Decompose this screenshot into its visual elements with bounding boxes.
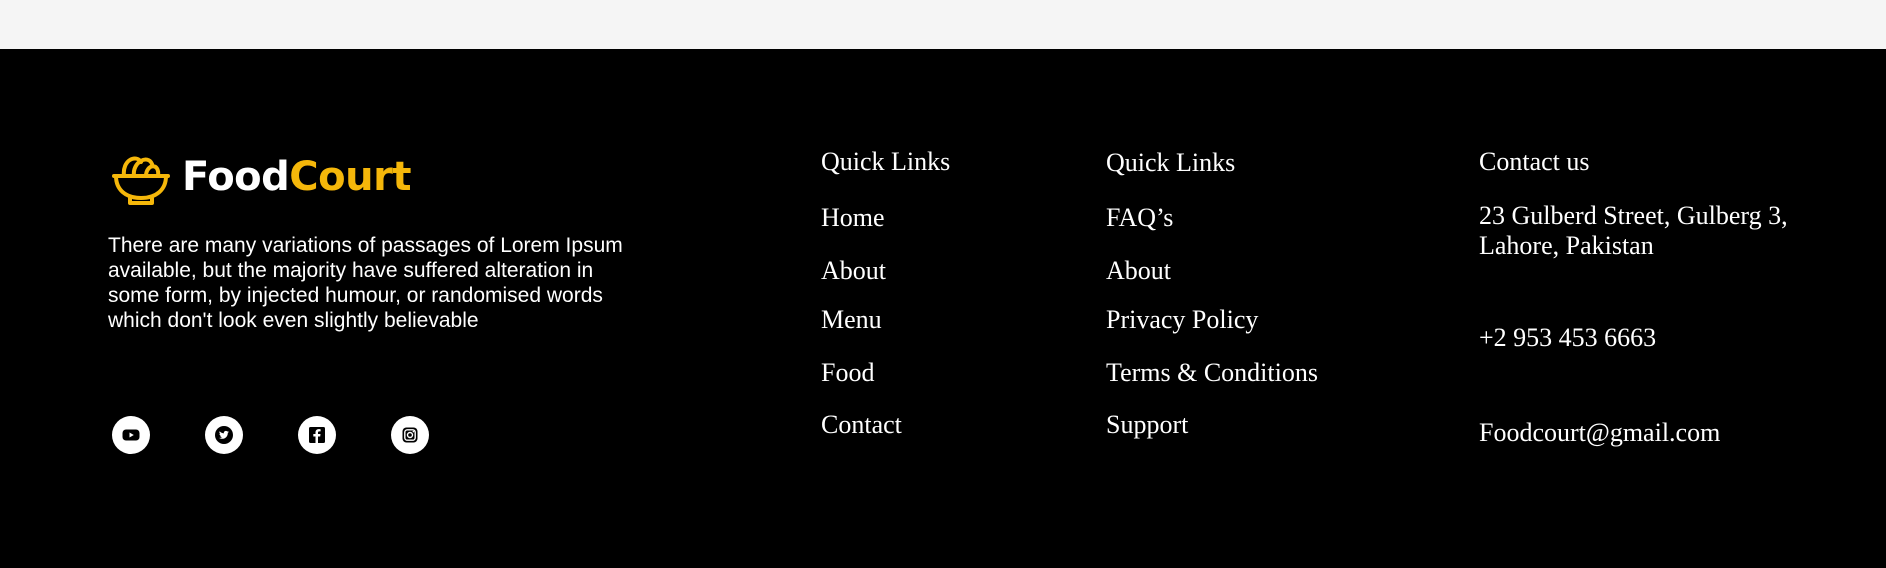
contact-phone[interactable]: +2 953 453 6663 xyxy=(1479,322,1656,353)
brand-name-court: Court xyxy=(289,154,411,200)
twitter-link[interactable] xyxy=(205,416,243,454)
facebook-link[interactable] xyxy=(298,416,336,454)
twitter-icon xyxy=(215,426,233,444)
footer-description: There are many variations of passages of… xyxy=(108,234,623,332)
brand-logo[interactable]: FoodCourt xyxy=(110,148,411,206)
contact-address-line-1: 23 Gulberd Street, Gulberg 3, xyxy=(1479,201,1788,230)
footer-link-contact[interactable]: Contact xyxy=(821,410,902,440)
contact-email[interactable]: Foodcourt@gmail.com xyxy=(1479,417,1720,448)
facebook-icon xyxy=(309,427,325,443)
contact-title: Contact us xyxy=(1479,147,1590,176)
food-bowl-icon xyxy=(112,156,170,205)
youtube-link[interactable] xyxy=(112,416,150,454)
brand-name-food: Food xyxy=(182,154,290,200)
footer-link-home[interactable]: Home xyxy=(821,203,885,233)
social-links xyxy=(112,416,484,454)
footer-link-food[interactable]: Food xyxy=(821,358,874,388)
footer-link-support[interactable]: Support xyxy=(1106,410,1188,440)
footer-link-about[interactable]: About xyxy=(1106,256,1171,286)
brand-name: FoodCourt xyxy=(182,157,411,197)
footer-link-privacy-policy[interactable]: Privacy Policy xyxy=(1106,305,1258,335)
footer-link-about[interactable]: About xyxy=(821,256,886,286)
footer-link-terms[interactable]: Terms & Conditions xyxy=(1106,358,1318,388)
footer-link-menu[interactable]: Menu xyxy=(821,305,882,335)
quick-links-title: Quick Links xyxy=(1106,148,1236,177)
site-footer: FoodCourt There are many variations of p… xyxy=(0,49,1886,568)
youtube-icon xyxy=(122,429,140,441)
top-bar xyxy=(0,0,1886,49)
instagram-link[interactable] xyxy=(391,416,429,454)
contact-address-line-2: Lahore, Pakistan xyxy=(1479,231,1654,260)
quick-links-title: Quick Links xyxy=(821,147,951,176)
footer-link-faqs[interactable]: FAQ’s xyxy=(1106,203,1173,233)
instagram-icon xyxy=(402,427,418,443)
